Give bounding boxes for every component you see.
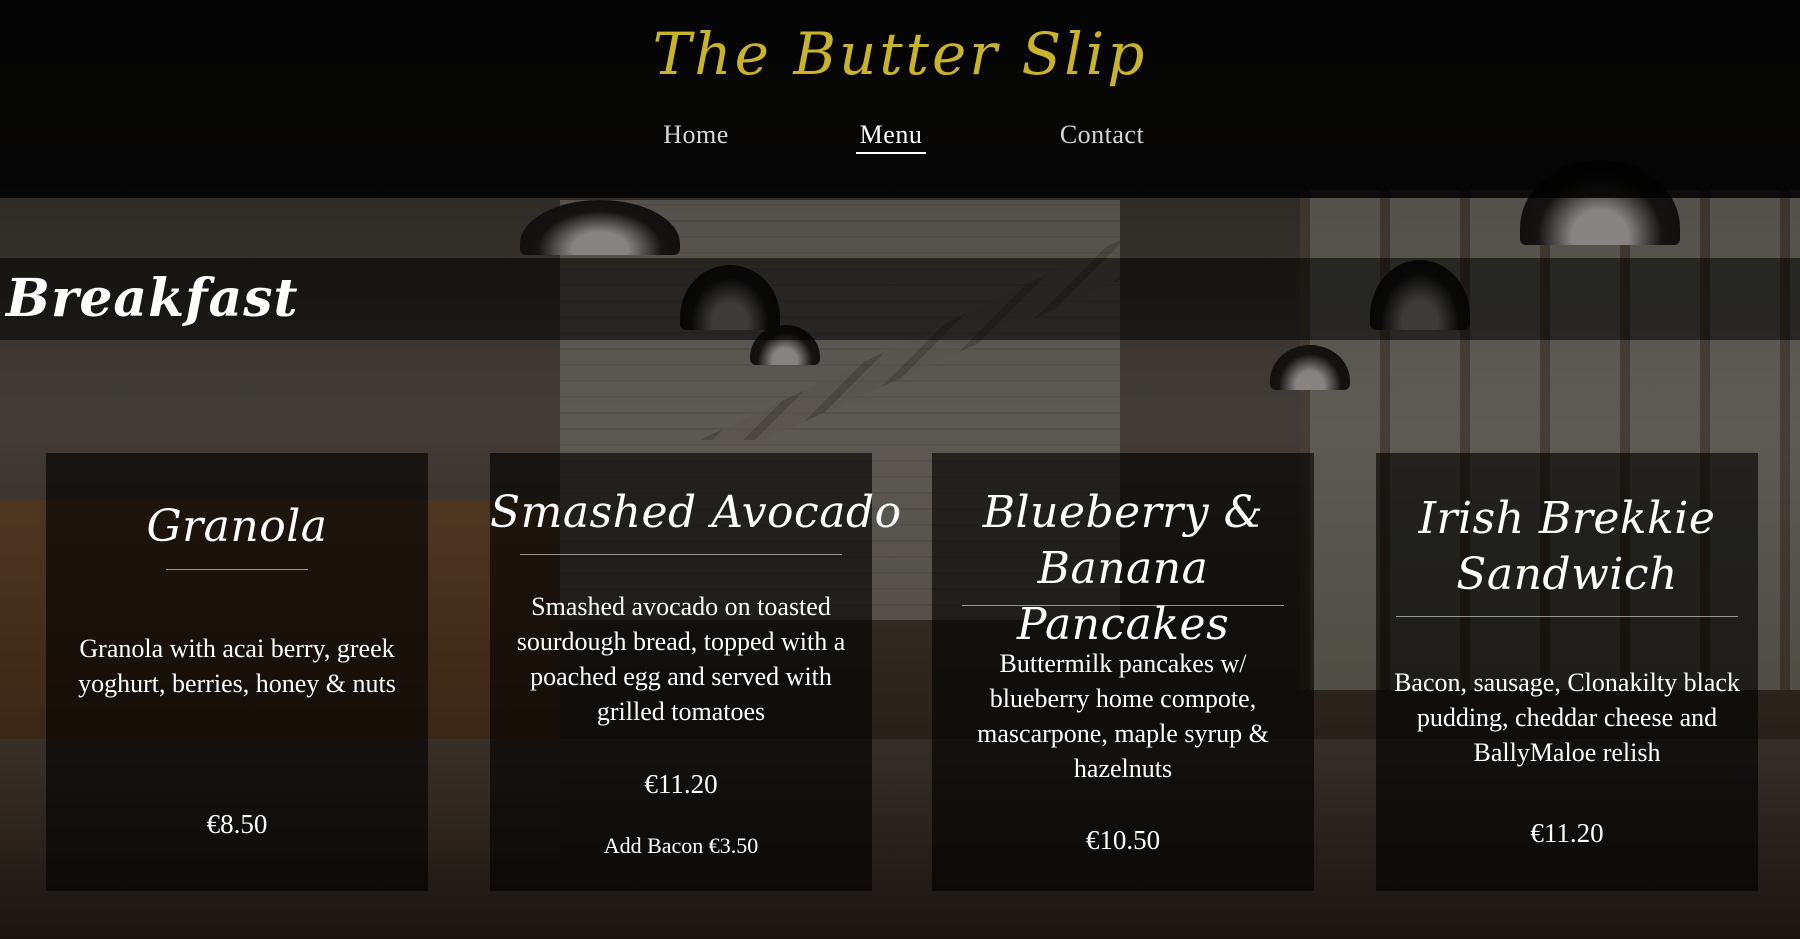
item-price: €11.20: [1530, 818, 1604, 848]
menu-card-pancakes: Blueberry & Banana Pancakes Buttermilk p…: [932, 453, 1314, 891]
site-header: The Butter Slip Home Menu Contact: [0, 0, 1800, 198]
item-addon: Add Bacon €3.50: [603, 833, 759, 858]
item-description: Granola with acai berry, greek yoghurt, …: [78, 634, 396, 698]
item-price: €8.50: [206, 809, 268, 839]
item-price: €10.50: [1085, 825, 1161, 855]
item-name: Irish Brekkie Sandwich: [1418, 493, 1716, 600]
menu-card-smashed-avocado: Smashed Avocado Smashed avocado on toast…: [490, 453, 902, 891]
item-description: Smashed avocado on toasted sourdough bre…: [516, 592, 846, 726]
menu-card-granola: Granola Granola with acai berry, greek y…: [46, 453, 428, 891]
section-title: Breakfast: [6, 268, 299, 329]
brand-title[interactable]: The Butter Slip: [0, 20, 1800, 88]
item-name: Granola: [146, 501, 328, 552]
menu-card-irish-brekkie: Irish Brekkie Sandwich Bacon, sausage, C…: [1376, 453, 1758, 891]
item-description: Buttermilk pancakes w/ blueberry home co…: [977, 649, 1269, 783]
item-name: Blueberry & Banana Pancakes: [982, 487, 1264, 650]
item-divider: [520, 554, 842, 555]
item-divider: [1396, 616, 1738, 617]
item-divider: [962, 605, 1284, 606]
item-divider: [166, 569, 308, 570]
nav-menu-link[interactable]: Menu: [856, 120, 926, 154]
nav-contact-link[interactable]: Contact: [1054, 120, 1150, 150]
item-price: €11.20: [644, 769, 718, 799]
nav-home-link[interactable]: Home: [656, 120, 736, 150]
item-name: Smashed Avocado: [490, 487, 902, 538]
item-description: Bacon, sausage, Clonakilty black pudding…: [1394, 668, 1740, 767]
